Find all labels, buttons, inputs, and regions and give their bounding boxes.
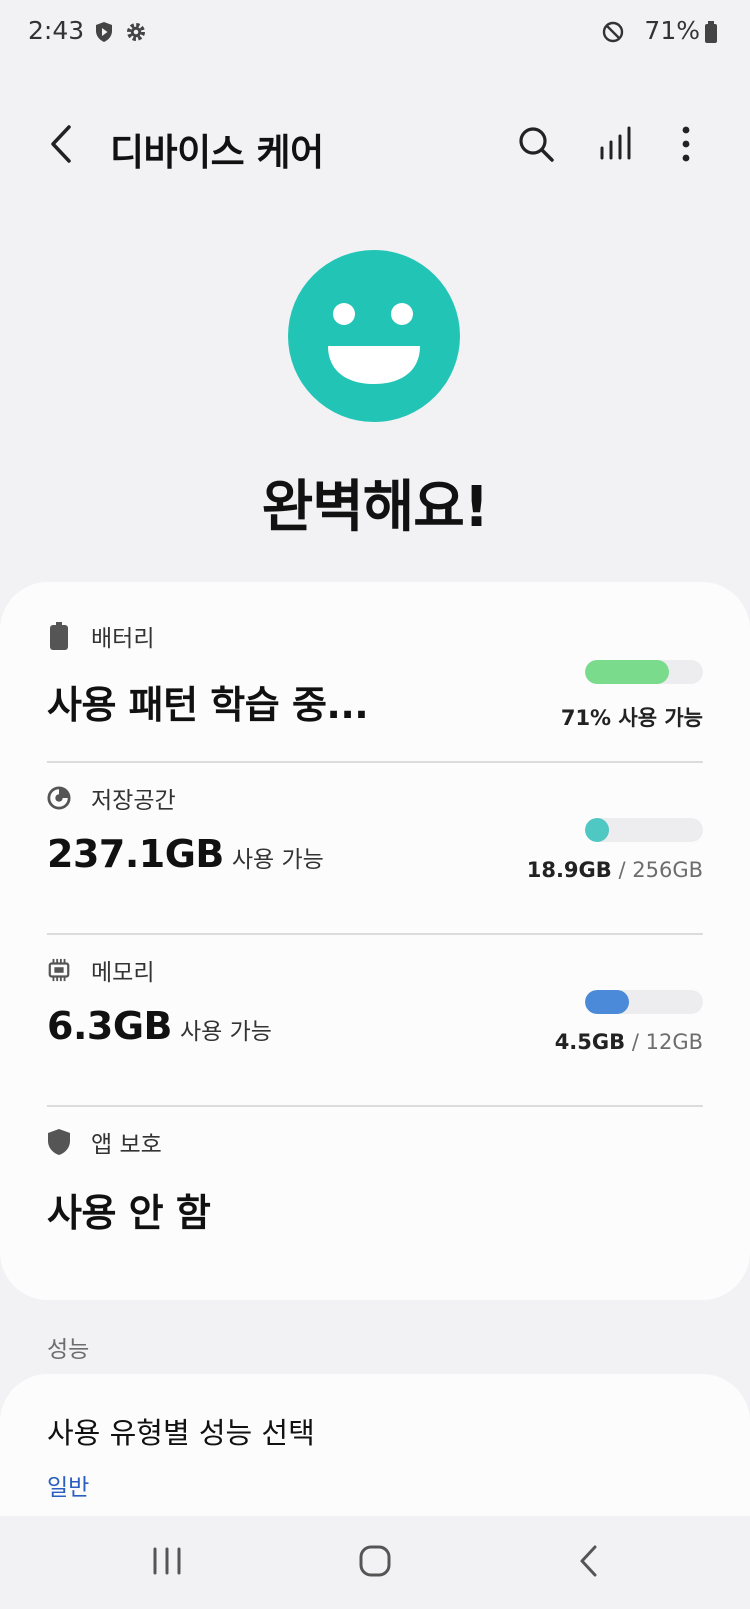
memory-used: 4.5GB bbox=[554, 1030, 626, 1054]
storage-progress-fill bbox=[585, 818, 609, 842]
battery-label: 배터리 bbox=[91, 626, 155, 652]
memory-total: 12GB bbox=[645, 1030, 703, 1054]
storage-available-suffix: 사용 가능 bbox=[231, 847, 324, 873]
back-arrow-icon bbox=[47, 124, 77, 168]
app-protection-label: 앱 보호 bbox=[91, 1132, 162, 1158]
storage-usage-caption: 18.9GB / 256GB bbox=[527, 858, 703, 882]
nav-back-button[interactable] bbox=[559, 1538, 619, 1588]
do-not-disturb-icon bbox=[601, 20, 625, 44]
device-status-card: 배터리 사용 패턴 학습 중... 71% 사용 가능 저장공간 237.1GB… bbox=[0, 582, 750, 1300]
smiley-face-icon bbox=[288, 250, 460, 422]
battery-percent: 71% bbox=[644, 16, 700, 45]
home-icon bbox=[358, 1544, 392, 1582]
more-vert-icon bbox=[680, 124, 692, 168]
battery-progress-bar bbox=[585, 660, 703, 684]
storage-available-value: 237.1GB bbox=[47, 832, 224, 876]
stats-button[interactable] bbox=[590, 120, 642, 172]
performance-mode-value: 일반 bbox=[47, 1475, 90, 1501]
app-protection-row[interactable]: 앱 보호 사용 안 함 bbox=[47, 1122, 703, 1262]
memory-usage-caption: 4.5GB / 12GB bbox=[555, 1030, 703, 1054]
pie-chart-icon bbox=[47, 784, 71, 812]
memory-available-suffix: 사용 가능 bbox=[179, 1019, 272, 1045]
storage-label: 저장공간 bbox=[91, 788, 176, 814]
more-options-button[interactable] bbox=[660, 120, 712, 172]
status-message: 완벽해요! bbox=[261, 475, 490, 540]
memory-available-value: 6.3GB bbox=[47, 1004, 172, 1048]
app-bar: 디바이스 케어 bbox=[0, 98, 750, 194]
divider bbox=[47, 933, 703, 935]
battery-icon bbox=[47, 622, 71, 650]
status-time: 2:43 bbox=[28, 16, 85, 45]
battery-row[interactable]: 배터리 사용 패턴 학습 중... 71% 사용 가능 bbox=[47, 616, 703, 756]
gear-icon bbox=[124, 20, 148, 44]
app-protection-value: 사용 안 함 bbox=[47, 1191, 211, 1235]
memory-progress-fill bbox=[585, 990, 630, 1014]
shield-icon bbox=[47, 1128, 71, 1156]
storage-separator: / bbox=[618, 858, 626, 882]
divider bbox=[47, 761, 703, 763]
storage-available: 237.1GB 사용 가능 bbox=[47, 832, 324, 876]
home-button[interactable] bbox=[345, 1538, 405, 1588]
search-button[interactable] bbox=[510, 120, 562, 172]
memory-chip-icon bbox=[47, 956, 71, 984]
signal-bars-icon bbox=[598, 124, 634, 168]
memory-label: 메모리 bbox=[91, 960, 155, 986]
shield-play-icon bbox=[92, 20, 116, 44]
back-icon bbox=[577, 1543, 601, 1583]
performance-card[interactable]: 사용 유형별 성능 선택 일반 bbox=[0, 1374, 750, 1539]
back-button[interactable] bbox=[36, 120, 88, 172]
section-header-performance: 성능 bbox=[47, 1337, 90, 1363]
battery-progress-fill bbox=[585, 660, 669, 684]
status-bar: 2:43 71% bbox=[0, 0, 750, 66]
recents-icon bbox=[149, 1545, 185, 1581]
recents-button[interactable] bbox=[137, 1538, 197, 1588]
memory-row[interactable]: 메모리 6.3GB 사용 가능 4.5GB / 12GB bbox=[47, 950, 703, 1090]
storage-used: 18.9GB bbox=[526, 858, 612, 882]
divider bbox=[47, 1105, 703, 1107]
memory-available: 6.3GB 사용 가능 bbox=[47, 1004, 272, 1048]
storage-row[interactable]: 저장공간 237.1GB 사용 가능 18.9GB / 256GB bbox=[47, 778, 703, 918]
storage-progress-bar bbox=[585, 818, 703, 842]
search-icon bbox=[516, 124, 556, 168]
memory-progress-bar bbox=[585, 990, 703, 1014]
battery-status-value: 사용 패턴 학습 중... bbox=[47, 683, 369, 727]
battery-caption: 71% 사용 가능 bbox=[560, 706, 703, 730]
navigation-bar bbox=[0, 1516, 750, 1609]
page-title: 디바이스 케어 bbox=[110, 131, 324, 174]
battery-icon bbox=[700, 20, 724, 44]
memory-separator: / bbox=[631, 1030, 639, 1054]
storage-total: 256GB bbox=[632, 858, 703, 882]
performance-mode-title: 사용 유형별 성능 선택 bbox=[47, 1416, 315, 1450]
